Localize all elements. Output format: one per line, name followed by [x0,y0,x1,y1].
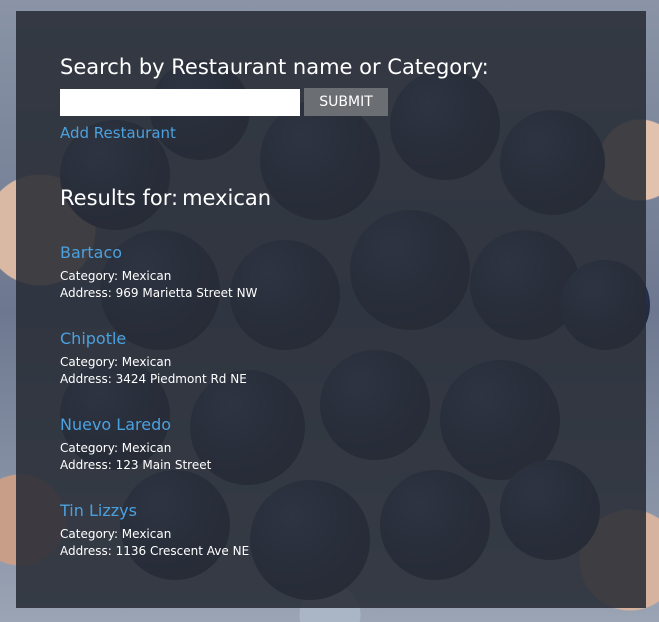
list-item: Bartaco Category: Mexican Address: 969 M… [60,243,600,329]
restaurant-address: Address: 3424 Piedmont Rd NE [60,372,247,386]
restaurant-address: Address: 123 Main Street [60,458,212,472]
submit-button[interactable]: SUBMIT [304,88,388,116]
restaurant-category: Category: Mexican [60,527,172,541]
restaurant-category: Category: Mexican [60,441,172,455]
add-restaurant-link[interactable]: Add Restaurant [60,124,176,142]
list-item: Nuevo Laredo Category: Mexican Address: … [60,415,600,501]
list-item: Chipotle Category: Mexican Address: 3424… [60,329,600,415]
results-list: Bartaco Category: Mexican Address: 969 M… [60,243,600,587]
restaurant-link[interactable]: Tin Lizzys [60,501,137,520]
restaurant-category: Category: Mexican [60,355,172,369]
search-input[interactable] [60,89,300,116]
list-item: Tin Lizzys Category: Mexican Address: 11… [60,501,600,587]
restaurant-link[interactable]: Chipotle [60,329,126,348]
restaurant-category: Category: Mexican [60,269,172,283]
results-label: Results for: [60,186,179,210]
restaurant-address: Address: 969 Marietta Street NW [60,286,258,300]
search-panel: Search by Restaurant name or Category: S… [16,11,646,608]
results-query: mexican [182,186,272,210]
results-heading: Results for: mexican [60,186,271,210]
restaurant-link[interactable]: Bartaco [60,243,122,262]
restaurant-address: Address: 1136 Crescent Ave NE [60,544,250,558]
search-title: Search by Restaurant name or Category: [60,55,489,79]
restaurant-link[interactable]: Nuevo Laredo [60,415,171,434]
search-form: SUBMIT [60,88,388,116]
